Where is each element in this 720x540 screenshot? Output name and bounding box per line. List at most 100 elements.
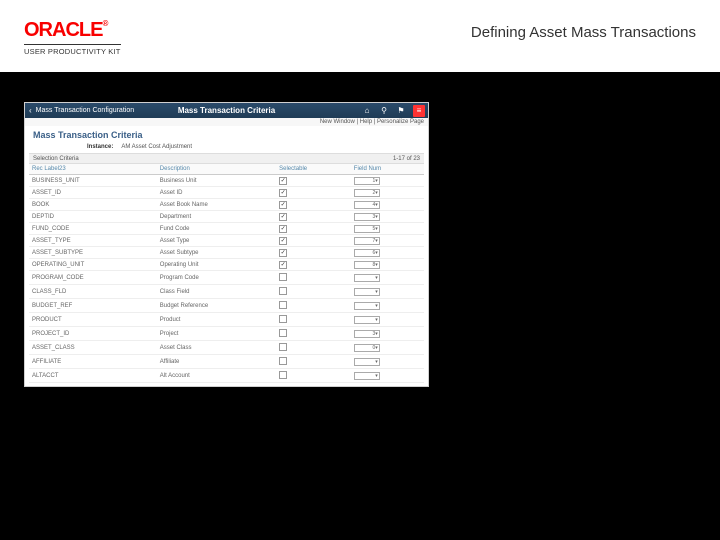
topic-title: Defining Asset Mass Transactions bbox=[471, 24, 696, 41]
cell-selectable: ✓ bbox=[276, 223, 351, 235]
cell-description: Budget Reference bbox=[157, 299, 276, 313]
table-row: BUDGET_REFBudget Reference bbox=[29, 299, 424, 313]
selectable-checkbox[interactable]: ✓ bbox=[279, 213, 287, 221]
selectable-checkbox[interactable]: ✓ bbox=[279, 237, 287, 245]
cell-field: PROJECT_ID bbox=[29, 327, 157, 341]
table-row: ASSET_SUBTYPEAsset Subtype✓6 bbox=[29, 247, 424, 259]
cell-selectable bbox=[276, 341, 351, 355]
col-selectable[interactable]: Selectable bbox=[276, 164, 351, 175]
fieldnum-select[interactable]: 0 bbox=[354, 344, 380, 352]
cell-description: Project bbox=[157, 327, 276, 341]
fieldnum-select[interactable]: 3 bbox=[354, 213, 380, 221]
grid-pager[interactable]: 1-17 of 23 bbox=[393, 156, 420, 162]
fieldnum-select[interactable] bbox=[354, 316, 380, 324]
navbar-button[interactable]: ≡ bbox=[413, 105, 425, 117]
cell-fieldnum bbox=[351, 271, 424, 285]
cell-description: Department bbox=[157, 211, 276, 223]
selectable-checkbox[interactable]: ✓ bbox=[279, 261, 287, 269]
selectable-checkbox[interactable] bbox=[279, 301, 287, 309]
cell-fieldnum: 3 bbox=[351, 211, 424, 223]
cell-fieldnum bbox=[351, 355, 424, 369]
table-row: FUND_CODEFund Code✓ 5 bbox=[29, 223, 424, 235]
selectable-checkbox[interactable]: ✓ bbox=[279, 249, 287, 257]
flag-icon[interactable]: ⚑ bbox=[396, 106, 406, 116]
col-fieldnum[interactable]: Field Num bbox=[351, 164, 424, 175]
cell-selectable bbox=[276, 271, 351, 285]
selectable-checkbox[interactable]: ✓ bbox=[279, 201, 287, 209]
cell-field: ASSET_SUBTYPE bbox=[29, 247, 157, 259]
fieldnum-select[interactable]: 1 bbox=[354, 177, 380, 185]
cell-fieldnum: 6 bbox=[351, 247, 424, 259]
step-instruction: Click the Nav.Bar button. bbox=[455, 143, 600, 158]
criteria-table: Rec Label23 Description Selectable Field… bbox=[29, 164, 424, 383]
col-field[interactable]: Rec Label23 bbox=[29, 164, 157, 175]
selectable-checkbox[interactable]: ✓ bbox=[279, 225, 287, 233]
page-actions-label[interactable]: New Window | Help | Personalize Page bbox=[25, 118, 428, 126]
selectable-checkbox[interactable] bbox=[279, 357, 287, 365]
cell-description: Business Unit bbox=[157, 175, 276, 187]
cell-field: ASSET_CLASS bbox=[29, 341, 157, 355]
instance-row: Instance: AM Asset Cost Adjustment bbox=[25, 142, 428, 153]
cell-description: Affiliate bbox=[157, 355, 276, 369]
logo-subtext: USER PRODUCTIVITY KIT bbox=[24, 44, 121, 56]
cell-selectable: ✓ bbox=[276, 247, 351, 259]
cell-field: ALTACCT bbox=[29, 369, 157, 383]
cell-selectable bbox=[276, 369, 351, 383]
fieldnum-select[interactable]: 5 bbox=[354, 225, 380, 233]
fieldnum-select[interactable] bbox=[354, 372, 380, 380]
cell-field: ASSET_TYPE bbox=[29, 235, 157, 247]
table-row: ALTACCTAlt Account bbox=[29, 369, 424, 383]
fieldnum-select[interactable]: 4 bbox=[354, 201, 380, 209]
cell-selectable bbox=[276, 299, 351, 313]
fieldnum-select[interactable] bbox=[354, 358, 380, 366]
selectable-checkbox[interactable] bbox=[279, 315, 287, 323]
cell-fieldnum: 2 bbox=[351, 187, 424, 199]
cell-selectable bbox=[276, 355, 351, 369]
cell-field: AFFILIATE bbox=[29, 355, 157, 369]
fieldnum-select[interactable] bbox=[354, 288, 380, 296]
cell-field: PROGRAM_CODE bbox=[29, 271, 157, 285]
cell-field: ASSET_ID bbox=[29, 187, 157, 199]
cell-fieldnum bbox=[351, 285, 424, 299]
fieldnum-select[interactable] bbox=[354, 274, 380, 282]
selectable-checkbox[interactable] bbox=[279, 287, 287, 295]
table-row: ASSET_TYPEAsset Type✓7 bbox=[29, 235, 424, 247]
search-icon[interactable]: ⚲ bbox=[379, 106, 389, 116]
step-label: Step 42 bbox=[455, 106, 600, 121]
fieldnum-select[interactable] bbox=[354, 302, 380, 310]
selectable-checkbox[interactable] bbox=[279, 273, 287, 281]
selectable-checkbox[interactable] bbox=[279, 371, 287, 379]
form-title: Mass Transaction Criteria bbox=[25, 126, 428, 142]
fieldnum-select[interactable]: 3 bbox=[354, 330, 380, 338]
col-description[interactable]: Description bbox=[157, 164, 276, 175]
cell-description: Fund Code bbox=[157, 223, 276, 235]
fieldnum-select[interactable]: 2 bbox=[354, 189, 380, 197]
grid-section-label: Selection Criteria bbox=[33, 156, 79, 162]
table-row: BOOKAsset Book Name✓4 bbox=[29, 199, 424, 211]
selectable-checkbox[interactable]: ✓ bbox=[279, 189, 287, 197]
table-row: AFFILIATEAffiliate bbox=[29, 355, 424, 369]
cell-description: Asset Class bbox=[157, 341, 276, 355]
breadcrumb[interactable]: Mass Transaction Configuration bbox=[36, 107, 134, 114]
back-button[interactable]: ‹ bbox=[25, 106, 36, 115]
home-icon[interactable]: ⌂ bbox=[362, 106, 372, 116]
oracle-logo: ORACLE® USER PRODUCTIVITY KIT bbox=[24, 19, 121, 56]
cell-description: Product bbox=[157, 313, 276, 327]
cell-field: FUND_CODE bbox=[29, 223, 157, 235]
cell-fieldnum: 3 bbox=[351, 327, 424, 341]
selectable-checkbox[interactable]: ✓ bbox=[279, 177, 287, 185]
cell-field: DEPTID bbox=[29, 211, 157, 223]
cell-description: Program Code bbox=[157, 271, 276, 285]
cell-fieldnum bbox=[351, 299, 424, 313]
selectable-checkbox[interactable] bbox=[279, 343, 287, 351]
selectable-checkbox[interactable] bbox=[279, 329, 287, 337]
fieldnum-select[interactable]: 8 bbox=[354, 261, 380, 269]
cell-fieldnum: 5 bbox=[351, 223, 424, 235]
table-row: ASSET_CLASSAsset Class 0 bbox=[29, 341, 424, 355]
cell-field: OPERATING_UNIT bbox=[29, 259, 157, 271]
fieldnum-select[interactable]: 6 bbox=[354, 249, 380, 257]
cell-selectable bbox=[276, 327, 351, 341]
fieldnum-select[interactable]: 7 bbox=[354, 237, 380, 245]
cell-selectable bbox=[276, 285, 351, 299]
cell-field: BUSINESS_UNIT bbox=[29, 175, 157, 187]
